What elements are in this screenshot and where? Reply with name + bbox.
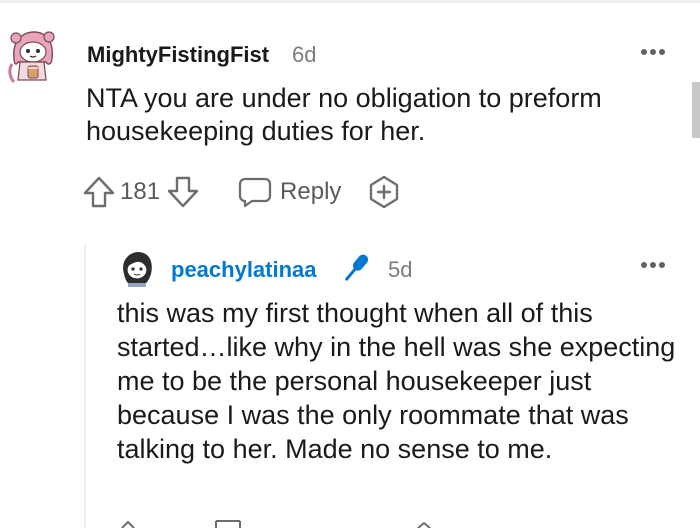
top-divider [0, 0, 700, 3]
vote-count: 181 [120, 178, 161, 205]
speech-bubble-icon [238, 177, 272, 208]
comment-body: NTA you are under no obligation to prefo… [86, 83, 602, 146]
award-button[interactable] [367, 175, 401, 209]
downvote-button[interactable] [166, 175, 200, 209]
comment-username[interactable]: MightyFistingFist [87, 42, 269, 68]
reply-actions-clipped [121, 520, 431, 528]
scrollbar-thumb[interactable] [692, 82, 700, 138]
microphone-icon [345, 254, 369, 281]
comment-timestamp[interactable]: 6d [292, 42, 316, 68]
thread-line[interactable] [84, 244, 86, 528]
avatar-icon[interactable] [6, 28, 56, 84]
upvote-arrow-icon [83, 176, 115, 208]
more-options-icon [641, 262, 665, 268]
reply-body: this was my first thought when all of th… [117, 298, 676, 464]
award-plus-icon [370, 175, 399, 209]
reply-label: Reply [280, 178, 342, 205]
upvote-button[interactable] [82, 175, 116, 209]
reply-timestamp[interactable]: 5d [388, 257, 412, 283]
reply-username[interactable]: peachylatinaa [171, 257, 317, 283]
comment-actions: 181 Reply [82, 172, 401, 212]
more-options-button[interactable] [637, 42, 669, 62]
more-options-button[interactable] [637, 255, 669, 275]
more-options-icon [641, 49, 665, 55]
reply-button[interactable]: Reply [238, 176, 341, 208]
downvote-arrow-icon [167, 176, 199, 208]
avatar-icon[interactable] [118, 250, 156, 288]
